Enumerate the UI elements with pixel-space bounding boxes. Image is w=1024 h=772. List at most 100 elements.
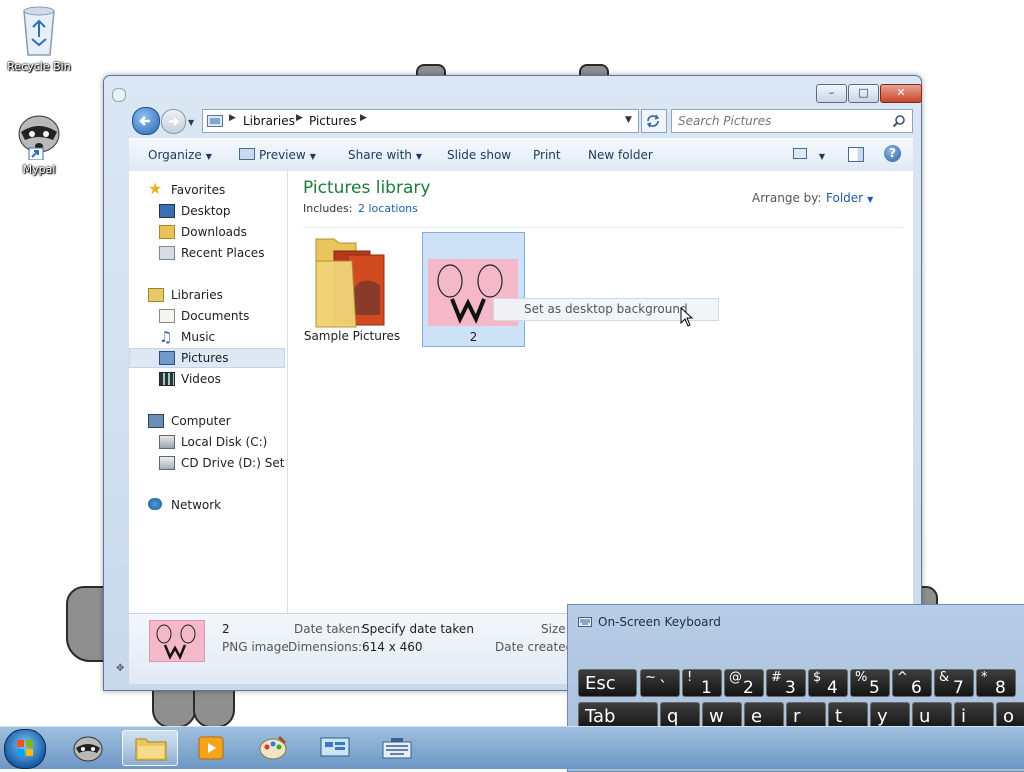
- nav-videos[interactable]: Videos: [129, 369, 285, 389]
- arrange-by-dropdown[interactable]: Folder ▼: [826, 191, 873, 205]
- back-button[interactable]: [132, 107, 160, 135]
- raccoon-icon: [73, 736, 103, 762]
- breadcrumb-libraries[interactable]: Libraries: [243, 114, 295, 128]
- search-input[interactable]: [676, 112, 885, 130]
- nav-music[interactable]: ♫ Music: [129, 327, 285, 347]
- preview-button[interactable]: Preview ▼: [239, 148, 316, 162]
- nav-local-disk[interactable]: Local Disk (C:): [129, 432, 285, 452]
- minimize-button[interactable]: –: [816, 84, 847, 103]
- nav-recent-places[interactable]: Recent Places: [129, 243, 285, 263]
- osk-key-2[interactable]: @2: [724, 669, 764, 698]
- chevron-down-icon: ▼: [205, 152, 212, 161]
- osk-key-6[interactable]: ^ 6: [892, 669, 932, 698]
- desktop-icon-mypal[interactable]: Mypal: [1, 108, 77, 176]
- new-folder-button[interactable]: New folder: [588, 148, 653, 162]
- taskbar-remote-desktop[interactable]: [307, 730, 363, 766]
- forward-button[interactable]: [161, 109, 186, 134]
- item-image-2[interactable]: 2: [422, 232, 525, 347]
- nav-videos-label: Videos: [181, 372, 221, 386]
- dimensions-label: Dimensions:: [288, 640, 363, 654]
- mouse-cursor-icon: [680, 307, 694, 327]
- recycle-bin-icon: [23, 6, 55, 56]
- share-with-button[interactable]: Share with ▼: [348, 148, 422, 162]
- help-button[interactable]: ?: [884, 145, 901, 162]
- chevron-down-icon: ▼: [415, 152, 423, 161]
- desktop-icon-recycle-bin[interactable]: Recycle Bin: [1, 5, 77, 73]
- nav-network[interactable]: Network: [129, 495, 285, 515]
- nav-cd-drive[interactable]: CD Drive (D:) Set: [129, 453, 285, 473]
- taskbar-explorer[interactable]: [122, 730, 178, 766]
- nav-documents[interactable]: Documents: [129, 306, 285, 326]
- mascot-foot-right: [193, 688, 235, 728]
- nav-libraries-label: Libraries: [171, 288, 223, 302]
- refresh-button[interactable]: [641, 109, 667, 133]
- explorer-window[interactable]: – □ ✕ ▼ ▶ Libraries ▶ Pictures ▶ ▼ Organ…: [103, 75, 922, 691]
- osk-key-`[interactable]: ~ `: [640, 669, 680, 698]
- resize-grip-icon[interactable]: ✥: [116, 663, 124, 674]
- nav-downloads[interactable]: Downloads: [129, 222, 285, 242]
- maximize-button[interactable]: □: [848, 84, 879, 103]
- osk-key-esc[interactable]: Esc: [578, 669, 637, 697]
- organize-label: Organize: [148, 148, 202, 162]
- start-button[interactable]: [4, 729, 46, 769]
- keyboard-icon: [382, 738, 412, 759]
- mascot-hand-left: [66, 586, 106, 662]
- windows-logo-icon: [17, 740, 33, 756]
- desktop-icon: [159, 204, 175, 218]
- osk-key-main-label: 3: [785, 678, 796, 698]
- includes-locations-link[interactable]: 2 locations: [358, 202, 418, 215]
- arrange-by-value: Folder: [826, 191, 864, 205]
- hard-drive-icon: [159, 435, 175, 449]
- chevron-down-icon: ▼: [867, 195, 874, 204]
- taskbar-paint[interactable]: [245, 730, 301, 766]
- videos-icon: [159, 372, 175, 386]
- osk-key-5[interactable]: % 5: [850, 669, 890, 698]
- osk-key-8[interactable]: * 8: [976, 669, 1016, 698]
- search-box[interactable]: [671, 109, 913, 133]
- nav-music-label: Music: [181, 330, 216, 344]
- refresh-icon: [646, 114, 660, 128]
- nav-network-label: Network: [171, 498, 222, 512]
- folder-icon: [135, 738, 167, 761]
- osk-key-shift-label: !: [687, 670, 693, 685]
- slide-show-button[interactable]: Slide show: [447, 148, 511, 162]
- nav-pictures[interactable]: Pictures: [129, 348, 285, 368]
- help-icon: ?: [889, 146, 896, 160]
- osk-key-7[interactable]: & 7: [934, 669, 974, 698]
- nav-favorites[interactable]: ★ Favorites: [129, 180, 285, 200]
- nav-computer-label: Computer: [171, 414, 231, 428]
- nav-libraries[interactable]: Libraries: [129, 285, 285, 305]
- close-button[interactable]: ✕: [880, 84, 922, 103]
- content-pane: Pictures library Includes: 2 locations A…: [288, 171, 913, 613]
- nav-computer[interactable]: Computer: [129, 411, 285, 431]
- date-taken-value[interactable]: Specify date taken: [362, 622, 474, 636]
- chevron-down-icon: ▼: [818, 152, 825, 161]
- osk-key-4[interactable]: $4: [808, 669, 848, 698]
- item-sample-pictures-label: Sample Pictures: [303, 329, 401, 343]
- nav-cd-drive-label: CD Drive (D:) Set: [181, 456, 285, 470]
- remote-desktop-icon: [320, 737, 350, 757]
- osk-key-main-label: 6: [911, 678, 922, 698]
- address-history-dropdown-icon[interactable]: ▼: [625, 115, 632, 125]
- osk-key-1[interactable]: ! 1: [682, 669, 722, 698]
- nav-desktop[interactable]: Desktop: [129, 201, 285, 221]
- taskbar-media-player[interactable]: [183, 730, 239, 766]
- osk-key-3[interactable]: #3: [766, 669, 806, 698]
- breadcrumb-separator-icon: ▶: [229, 113, 236, 123]
- item-sample-pictures[interactable]: Sample Pictures: [302, 233, 402, 345]
- breadcrumb-pictures[interactable]: Pictures: [309, 114, 357, 128]
- taskbar-mypal[interactable]: [60, 730, 116, 766]
- search-icon[interactable]: [892, 114, 906, 128]
- raccoon-icon: [18, 115, 60, 161]
- print-button[interactable]: Print: [533, 148, 561, 162]
- preview-pane-button[interactable]: [848, 147, 864, 162]
- taskbar-on-screen-keyboard[interactable]: [369, 730, 425, 766]
- address-bar[interactable]: ▶ Libraries ▶ Pictures ▶ ▼: [202, 109, 639, 133]
- nav-local-disk-label: Local Disk (C:): [181, 435, 268, 449]
- network-icon: [148, 498, 162, 510]
- organize-button[interactable]: Organize ▼: [148, 148, 212, 162]
- recent-pages-dropdown-icon[interactable]: ▼: [188, 118, 194, 127]
- folder-icon: [315, 238, 385, 328]
- arrange-by-label: Arrange by:: [752, 191, 822, 205]
- change-view-button[interactable]: ▼: [793, 148, 825, 162]
